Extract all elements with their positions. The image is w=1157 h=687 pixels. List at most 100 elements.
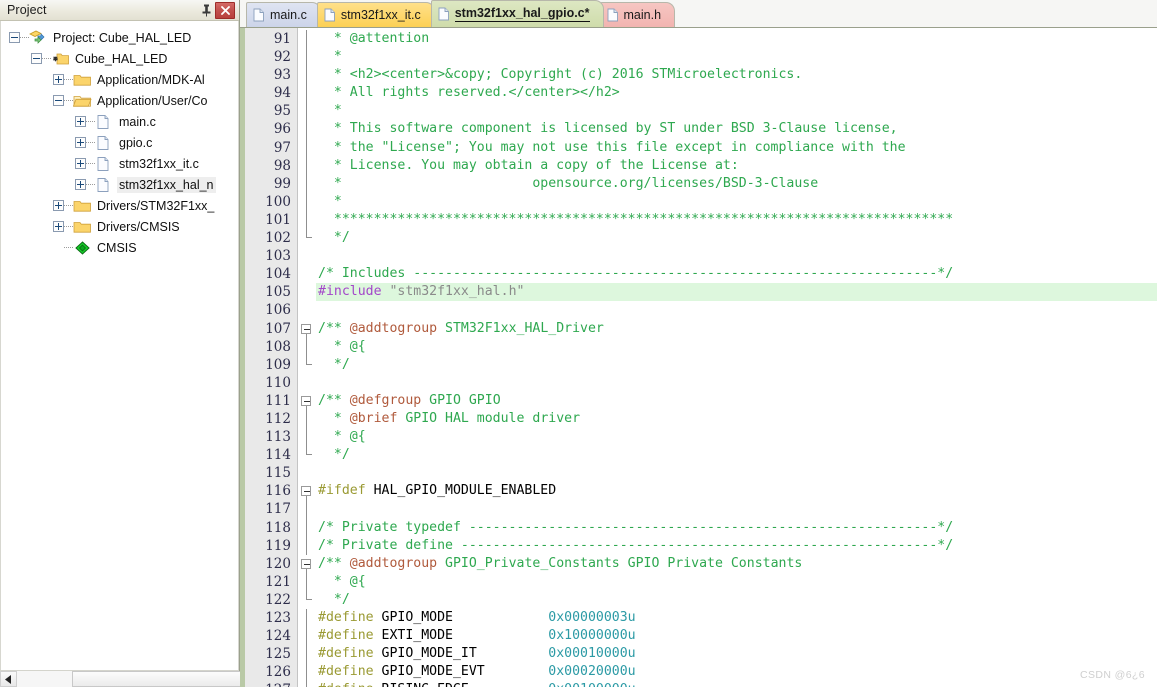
- code-line[interactable]: ****************************************…: [316, 211, 1157, 229]
- code-line[interactable]: /** @addtogroup STM32F1xx_HAL_Driver: [316, 320, 1157, 338]
- project-horizontal-scrollbar[interactable]: [0, 670, 368, 687]
- code-line[interactable]: [316, 500, 1157, 518]
- code-line[interactable]: #ifdef HAL_GPIO_MODULE_ENABLED: [316, 482, 1157, 500]
- code-line[interactable]: * All rights reserved.</center></h2>: [316, 84, 1157, 102]
- fold-marker[interactable]: [298, 572, 316, 591]
- expander-plus-icon[interactable]: [75, 158, 86, 169]
- expander-plus-icon[interactable]: [75, 116, 86, 127]
- code-line[interactable]: *: [316, 193, 1157, 211]
- code-line[interactable]: #define GPIO_MODE_EVT 0x00020000u: [316, 663, 1157, 681]
- fold-marker[interactable]: [298, 337, 316, 356]
- tree-item-drivers-cmsis[interactable]: Drivers/CMSIS: [1, 216, 238, 237]
- code-line[interactable]: * License. You may obtain a copy of the …: [316, 157, 1157, 175]
- tree-item-stm32f1xx-it-c[interactable]: stm32f1xx_it.c: [1, 153, 238, 174]
- code-line[interactable]: #define EXTI_MODE 0x10000000u: [316, 627, 1157, 645]
- expander-plus-icon[interactable]: [75, 179, 86, 190]
- code-line[interactable]: [316, 301, 1157, 319]
- code-line[interactable]: #include "stm32f1xx_hal.h": [316, 283, 1157, 302]
- fold-marker[interactable]: [298, 320, 316, 338]
- fold-marker[interactable]: [298, 120, 316, 139]
- tab-stm32f1xx-it-c[interactable]: stm32f1xx_it.c: [316, 2, 435, 27]
- code-line[interactable]: * opensource.org/licenses/BSD-3-Clause: [316, 175, 1157, 193]
- code-line[interactable]: * This software component is licensed by…: [316, 120, 1157, 138]
- fold-collapse-icon[interactable]: [301, 558, 311, 569]
- fold-marker[interactable]: [298, 590, 316, 609]
- code-line[interactable]: /** @defgroup GPIO GPIO: [316, 392, 1157, 410]
- fold-marker[interactable]: [298, 210, 316, 230]
- code-line[interactable]: #define GPIO_MODE 0x00000003u: [316, 609, 1157, 627]
- expander-plus-icon[interactable]: [53, 74, 64, 85]
- fold-marker[interactable]: [298, 138, 316, 157]
- code-line[interactable]: */: [316, 356, 1157, 374]
- tree-item-project-root[interactable]: Project: Cube_HAL_LED: [1, 27, 238, 48]
- expander-minus-icon[interactable]: [31, 53, 42, 64]
- fold-marker[interactable]: [298, 374, 316, 392]
- fold-marker[interactable]: [298, 48, 316, 67]
- tree-item-gpio-c[interactable]: gpio.c: [1, 132, 238, 153]
- fold-marker[interactable]: [298, 645, 316, 664]
- fold-marker[interactable]: [298, 392, 316, 410]
- code-line[interactable]: #define RISING_EDGE 0x00100000u: [316, 681, 1157, 687]
- tree-item-target[interactable]: Cube_HAL_LED: [1, 48, 238, 69]
- fold-marker[interactable]: [298, 464, 316, 482]
- code-line[interactable]: * @{: [316, 428, 1157, 446]
- tree-item-stm32f1xx-hal-gpio-c[interactable]: stm32f1xx_hal_n: [1, 174, 238, 195]
- project-tree[interactable]: Project: Cube_HAL_LED Cube_HAL_LED Appli…: [0, 21, 239, 670]
- code-text-area[interactable]: * @attention * * <h2><center>&copy; Copy…: [316, 28, 1157, 687]
- code-line[interactable]: *: [316, 48, 1157, 66]
- code-line[interactable]: */: [316, 446, 1157, 464]
- tab-stm32f1xx-hal-gpio-c[interactable]: stm32f1xx_hal_gpio.c*: [430, 0, 604, 27]
- fold-marker[interactable]: [298, 174, 316, 193]
- code-folding-column[interactable]: [298, 28, 316, 687]
- code-line[interactable]: * the "License"; You may not use this fi…: [316, 139, 1157, 157]
- fold-marker[interactable]: [298, 681, 316, 687]
- fold-marker[interactable]: [298, 265, 316, 283]
- code-line[interactable]: /* Private define ----------------------…: [316, 537, 1157, 555]
- code-line[interactable]: #define GPIO_MODE_IT 0x00010000u: [316, 645, 1157, 663]
- fold-marker[interactable]: [298, 156, 316, 175]
- tree-item-main-c[interactable]: main.c: [1, 111, 238, 132]
- close-icon[interactable]: [215, 1, 235, 19]
- code-line[interactable]: * @{: [316, 573, 1157, 591]
- code-line[interactable]: [316, 247, 1157, 265]
- fold-marker[interactable]: [298, 283, 316, 301]
- tree-item-drivers-stm32f1xx[interactable]: Drivers/STM32F1xx_: [1, 195, 238, 216]
- fold-marker[interactable]: [298, 30, 316, 49]
- fold-marker[interactable]: [298, 609, 316, 628]
- fold-marker[interactable]: [298, 192, 316, 211]
- fold-marker[interactable]: [298, 482, 316, 501]
- fold-collapse-icon[interactable]: [301, 395, 311, 406]
- code-line[interactable]: /* Includes ----------------------------…: [316, 265, 1157, 283]
- expander-plus-icon[interactable]: [75, 137, 86, 148]
- code-line[interactable]: [316, 374, 1157, 392]
- fold-marker[interactable]: [298, 663, 316, 682]
- fold-marker[interactable]: [298, 229, 316, 247]
- fold-marker[interactable]: [298, 627, 316, 646]
- tab-main-c[interactable]: main.c: [246, 2, 321, 27]
- expander-minus-icon[interactable]: [53, 95, 64, 106]
- fold-marker[interactable]: [298, 102, 316, 121]
- fold-collapse-icon[interactable]: [301, 323, 311, 334]
- fold-marker[interactable]: [298, 446, 316, 464]
- code-editor[interactable]: 91 92 93 94 95 96 97 98 99 100 101 102 103 104 105 106 1…: [240, 28, 1157, 687]
- scroll-left-arrow-icon[interactable]: [0, 671, 17, 687]
- fold-marker[interactable]: [298, 247, 316, 265]
- fold-marker[interactable]: [298, 500, 316, 519]
- code-line[interactable]: * <h2><center>&copy; Copyright (c) 2016 …: [316, 66, 1157, 84]
- expander-minus-icon[interactable]: [9, 32, 20, 43]
- scroll-track[interactable]: [17, 671, 368, 687]
- fold-collapse-icon[interactable]: [301, 486, 311, 497]
- expander-plus-icon[interactable]: [53, 200, 64, 211]
- fold-marker[interactable]: [298, 84, 316, 103]
- fold-marker[interactable]: [298, 428, 316, 447]
- tree-item-cmsis[interactable]: CMSIS: [1, 237, 238, 258]
- code-line[interactable]: */: [316, 229, 1157, 247]
- code-line[interactable]: /* Private typedef ---------------------…: [316, 519, 1157, 537]
- fold-marker[interactable]: [298, 555, 316, 573]
- fold-marker[interactable]: [298, 409, 316, 429]
- fold-marker[interactable]: [298, 66, 316, 85]
- fold-marker[interactable]: [298, 355, 316, 374]
- code-line[interactable]: * @{: [316, 338, 1157, 356]
- fold-marker[interactable]: [298, 518, 316, 537]
- code-line[interactable]: [316, 464, 1157, 482]
